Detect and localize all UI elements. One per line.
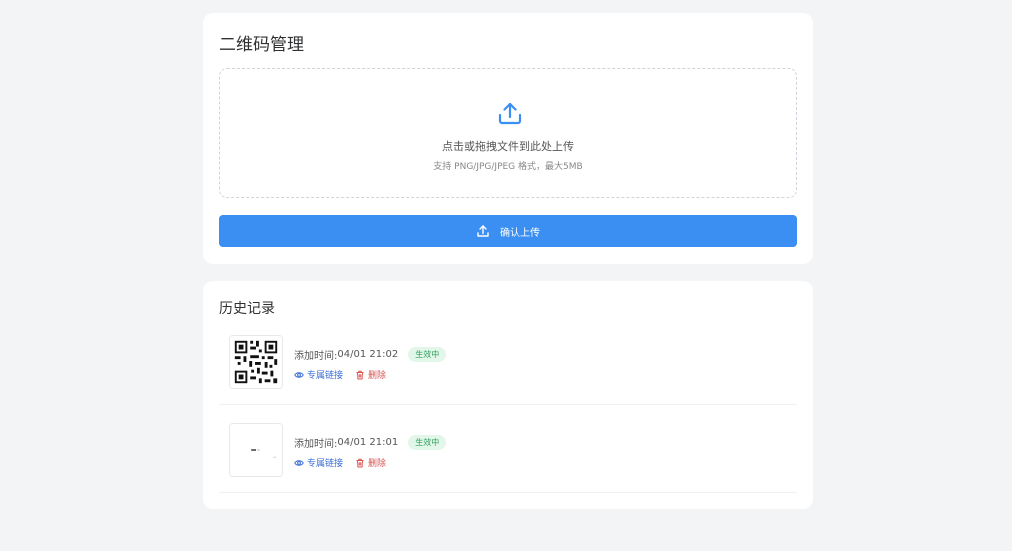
exclusive-link-label: 专属链接 bbox=[307, 459, 344, 469]
exclusive-link-button[interactable]: 专属链接 bbox=[294, 368, 343, 381]
confirm-upload-label: 确认上传 bbox=[500, 227, 540, 239]
trash-icon bbox=[356, 370, 364, 379]
upload-icon bbox=[498, 102, 522, 125]
upload-icon bbox=[477, 225, 489, 237]
delete-label: 删除 bbox=[368, 459, 387, 469]
delete-button[interactable]: 删除 bbox=[355, 368, 386, 381]
eye-icon bbox=[294, 459, 304, 466]
window-edge bbox=[1012, 0, 1024, 551]
record-actions: 专属链接 删除 bbox=[294, 368, 386, 381]
page-title: 二维码管理 bbox=[219, 35, 304, 55]
delete-button[interactable]: 删除 bbox=[355, 456, 386, 469]
exclusive-link-label: 专属链接 bbox=[307, 371, 344, 381]
history-record: 添加时间: 04/01 21:01 生效中 专属链接 删除 bbox=[219, 413, 797, 493]
added-time-value: 04/01 21:02 bbox=[337, 349, 399, 360]
exclusive-link-button[interactable]: 专属链接 bbox=[294, 456, 343, 469]
added-time-label: 添加时间: bbox=[294, 351, 338, 362]
qrcode-image bbox=[230, 424, 282, 476]
history-title: 历史记录 bbox=[219, 301, 275, 317]
eye-icon bbox=[294, 371, 304, 378]
delete-label: 删除 bbox=[368, 371, 387, 381]
dropzone-format-hint: 支持 PNG/JPG/JPEG 格式，最大5MB bbox=[433, 162, 583, 172]
record-meta: 添加时间: 04/01 21:01 生效中 bbox=[294, 435, 447, 450]
confirm-upload-button[interactable]: 确认上传 bbox=[219, 215, 797, 247]
qrcode-thumbnail[interactable] bbox=[229, 335, 283, 389]
added-time-label: 添加时间: bbox=[294, 439, 338, 450]
qrcode-upload-card: 二维码管理 点击或拖拽文件到此处上传 支持 PNG/JPG/JPEG 格式，最大… bbox=[203, 13, 813, 264]
history-card: 历史记录 添加时间: 04/01 21:02 生效中 专属链接 删除 添加时间:… bbox=[203, 281, 813, 509]
record-meta: 添加时间: 04/01 21:02 生效中 bbox=[294, 347, 447, 362]
qrcode-image bbox=[230, 336, 282, 388]
dropzone-instruction: 点击或拖拽文件到此处上传 bbox=[442, 140, 574, 153]
qrcode-thumbnail[interactable] bbox=[229, 423, 283, 477]
status-badge: 生效中 bbox=[408, 435, 447, 450]
record-actions: 专属链接 删除 bbox=[294, 456, 386, 469]
history-record: 添加时间: 04/01 21:02 生效中 专属链接 删除 bbox=[219, 325, 797, 405]
added-time-value: 04/01 21:01 bbox=[337, 437, 399, 448]
file-dropzone[interactable]: 点击或拖拽文件到此处上传 支持 PNG/JPG/JPEG 格式，最大5MB bbox=[219, 68, 797, 198]
trash-icon bbox=[356, 458, 364, 467]
status-badge: 生效中 bbox=[408, 347, 447, 362]
